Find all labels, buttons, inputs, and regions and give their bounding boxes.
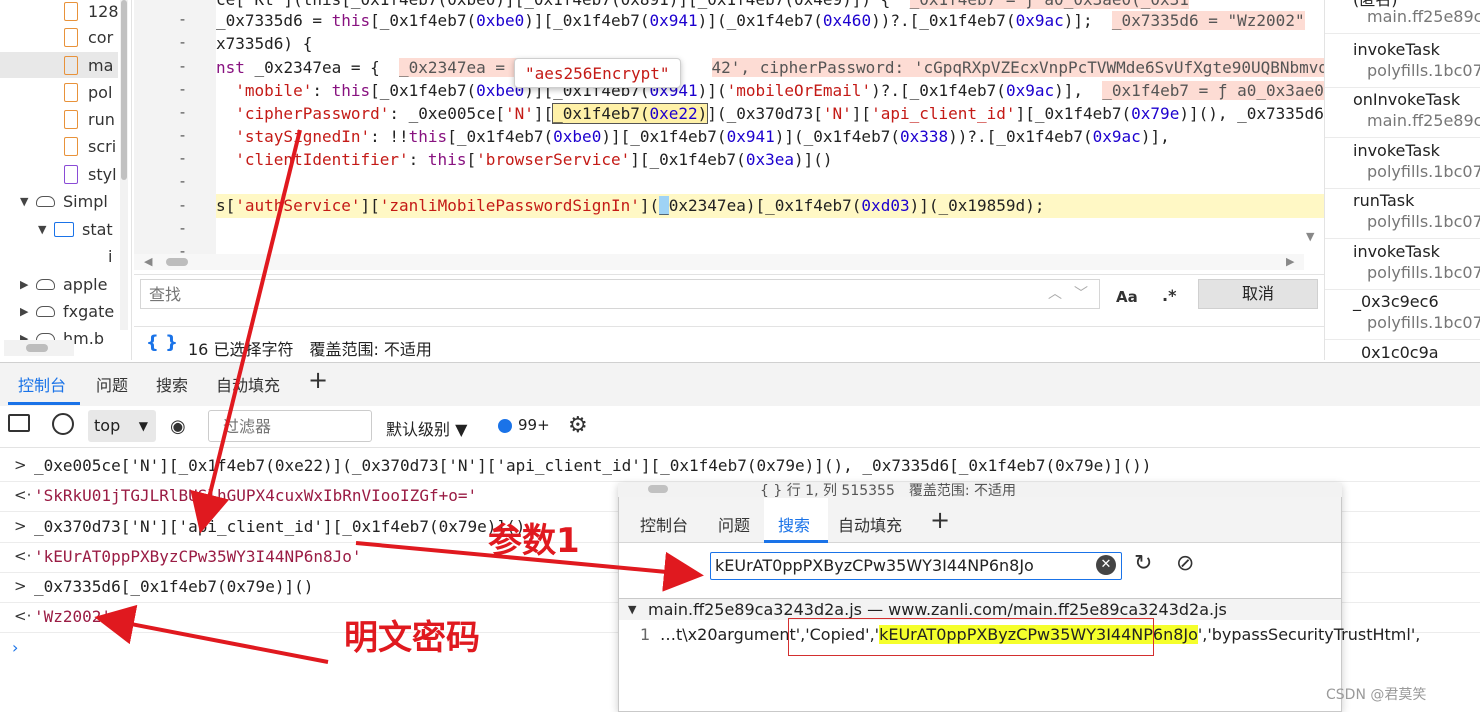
annotation-arrows [94, 129, 704, 664]
arrow-to-output [190, 129, 302, 534]
annotation-param1: 参数1 [488, 521, 580, 561]
arrow-to-password [94, 604, 329, 664]
watermark: CSDN @君莫笑 [1326, 687, 1427, 703]
annotation-plaintext: 明文密码 [344, 618, 480, 658]
